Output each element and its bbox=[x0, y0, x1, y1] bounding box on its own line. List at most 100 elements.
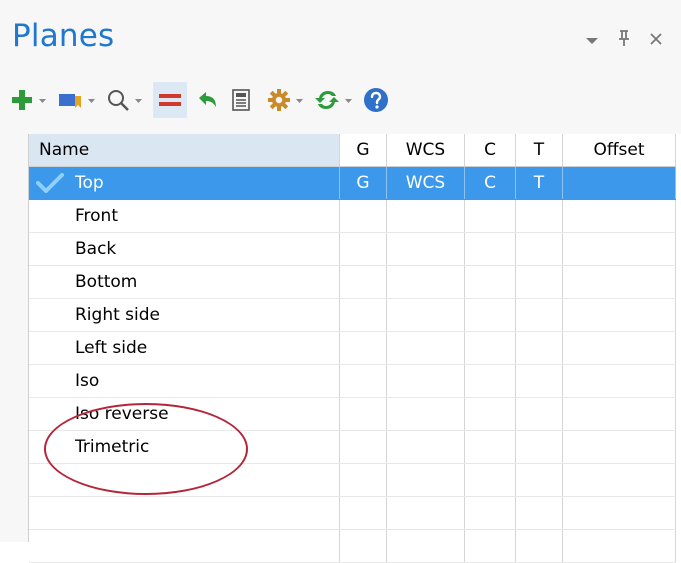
equal-button[interactable] bbox=[153, 82, 187, 118]
add-plane-button[interactable] bbox=[10, 82, 57, 118]
t-cell[interactable]: T bbox=[515, 166, 563, 200]
g-cell[interactable] bbox=[339, 496, 387, 530]
chevron-down-icon[interactable] bbox=[87, 96, 96, 105]
wcs-cell[interactable] bbox=[386, 430, 465, 464]
c-cell[interactable] bbox=[464, 331, 516, 365]
c-cell[interactable] bbox=[464, 430, 516, 464]
t-cell[interactable] bbox=[515, 529, 563, 563]
table-row[interactable]: Front bbox=[29, 199, 676, 233]
calculator-button[interactable] bbox=[231, 82, 251, 118]
wcs-cell[interactable]: WCS bbox=[386, 166, 465, 200]
column-header-g[interactable]: G bbox=[339, 134, 387, 167]
t-cell[interactable] bbox=[515, 463, 563, 497]
offset-cell[interactable] bbox=[562, 430, 676, 464]
c-cell[interactable] bbox=[464, 364, 516, 398]
help-button[interactable] bbox=[363, 82, 389, 118]
c-cell[interactable] bbox=[464, 265, 516, 299]
table-row[interactable] bbox=[29, 529, 676, 563]
offset-cell[interactable] bbox=[562, 397, 676, 431]
pin-icon[interactable] bbox=[617, 29, 631, 52]
chevron-down-icon[interactable] bbox=[134, 96, 143, 105]
g-cell[interactable] bbox=[339, 397, 387, 431]
t-cell[interactable] bbox=[515, 496, 563, 530]
t-cell[interactable] bbox=[515, 430, 563, 464]
find-button[interactable] bbox=[106, 82, 153, 118]
c-cell[interactable] bbox=[464, 199, 516, 233]
g-cell[interactable] bbox=[339, 199, 387, 233]
table-row[interactable]: Iso reverse bbox=[29, 397, 676, 431]
table-row[interactable]: Bottom bbox=[29, 265, 676, 299]
offset-cell[interactable] bbox=[562, 496, 676, 530]
table-row[interactable]: Back bbox=[29, 232, 676, 266]
c-cell[interactable] bbox=[464, 529, 516, 563]
wcs-cell[interactable] bbox=[386, 265, 465, 299]
plane-name-cell[interactable]: Trimetric bbox=[29, 430, 340, 464]
plane-name-cell[interactable]: Iso bbox=[29, 364, 340, 398]
table-row[interactable]: Top G WCS C T bbox=[29, 166, 676, 200]
g-cell[interactable] bbox=[339, 463, 387, 497]
table-row[interactable]: Trimetric bbox=[29, 430, 676, 464]
refresh-button[interactable] bbox=[314, 82, 363, 118]
plane-name-cell[interactable]: Front bbox=[29, 199, 340, 233]
column-header-wcs[interactable]: WCS bbox=[386, 134, 465, 167]
g-cell[interactable]: G bbox=[339, 166, 387, 200]
undo-button[interactable] bbox=[195, 82, 219, 118]
table-row[interactable]: Left side bbox=[29, 331, 676, 365]
table-row[interactable] bbox=[29, 463, 676, 497]
offset-cell[interactable] bbox=[562, 298, 676, 332]
column-header-c[interactable]: C bbox=[464, 134, 516, 167]
wcs-cell[interactable] bbox=[386, 496, 465, 530]
t-cell[interactable] bbox=[515, 364, 563, 398]
t-cell[interactable] bbox=[515, 298, 563, 332]
wcs-cell[interactable] bbox=[386, 397, 465, 431]
wcs-cell[interactable] bbox=[386, 463, 465, 497]
g-cell[interactable] bbox=[339, 430, 387, 464]
table-row[interactable]: Right side bbox=[29, 298, 676, 332]
wcs-cell[interactable] bbox=[386, 232, 465, 266]
wcs-cell[interactable] bbox=[386, 364, 465, 398]
close-icon[interactable] bbox=[649, 30, 663, 51]
table-row[interactable] bbox=[29, 496, 676, 530]
g-cell[interactable] bbox=[339, 529, 387, 563]
column-header-t[interactable]: T bbox=[515, 134, 563, 167]
offset-cell[interactable] bbox=[562, 199, 676, 233]
wcs-cell[interactable] bbox=[386, 331, 465, 365]
c-cell[interactable] bbox=[464, 463, 516, 497]
plane-name-cell[interactable]: Top bbox=[29, 166, 340, 200]
g-cell[interactable] bbox=[339, 232, 387, 266]
wcs-cell[interactable] bbox=[386, 298, 465, 332]
offset-cell[interactable] bbox=[562, 166, 676, 200]
plane-name-cell[interactable]: Left side bbox=[29, 331, 340, 365]
offset-cell[interactable] bbox=[562, 331, 676, 365]
offset-cell[interactable] bbox=[562, 364, 676, 398]
t-cell[interactable] bbox=[515, 199, 563, 233]
t-cell[interactable] bbox=[515, 232, 563, 266]
plane-name-cell[interactable]: Bottom bbox=[29, 265, 340, 299]
offset-cell[interactable] bbox=[562, 232, 676, 266]
t-cell[interactable] bbox=[515, 265, 563, 299]
chevron-down-icon[interactable] bbox=[295, 96, 304, 105]
g-cell[interactable] bbox=[339, 298, 387, 332]
g-cell[interactable] bbox=[339, 265, 387, 299]
offset-cell[interactable] bbox=[562, 529, 676, 563]
g-cell[interactable] bbox=[339, 331, 387, 365]
c-cell[interactable] bbox=[464, 397, 516, 431]
chevron-down-icon[interactable] bbox=[38, 96, 47, 105]
flag-button[interactable] bbox=[57, 82, 106, 118]
chevron-down-icon[interactable] bbox=[344, 96, 353, 105]
c-cell[interactable] bbox=[464, 496, 516, 530]
plane-name-cell[interactable]: Back bbox=[29, 232, 340, 266]
settings-button[interactable] bbox=[267, 82, 314, 118]
t-cell[interactable] bbox=[515, 397, 563, 431]
plane-name-cell[interactable] bbox=[29, 463, 340, 497]
t-cell[interactable] bbox=[515, 331, 563, 365]
offset-cell[interactable] bbox=[562, 463, 676, 497]
wcs-cell[interactable] bbox=[386, 199, 465, 233]
dropdown-icon[interactable] bbox=[585, 30, 599, 51]
plane-name-cell[interactable] bbox=[29, 529, 340, 563]
table-row[interactable]: Iso bbox=[29, 364, 676, 398]
g-cell[interactable] bbox=[339, 364, 387, 398]
column-header-name[interactable]: Name bbox=[29, 134, 340, 167]
plane-name-cell[interactable] bbox=[29, 496, 340, 530]
column-header-offset[interactable]: Offset bbox=[562, 134, 676, 167]
